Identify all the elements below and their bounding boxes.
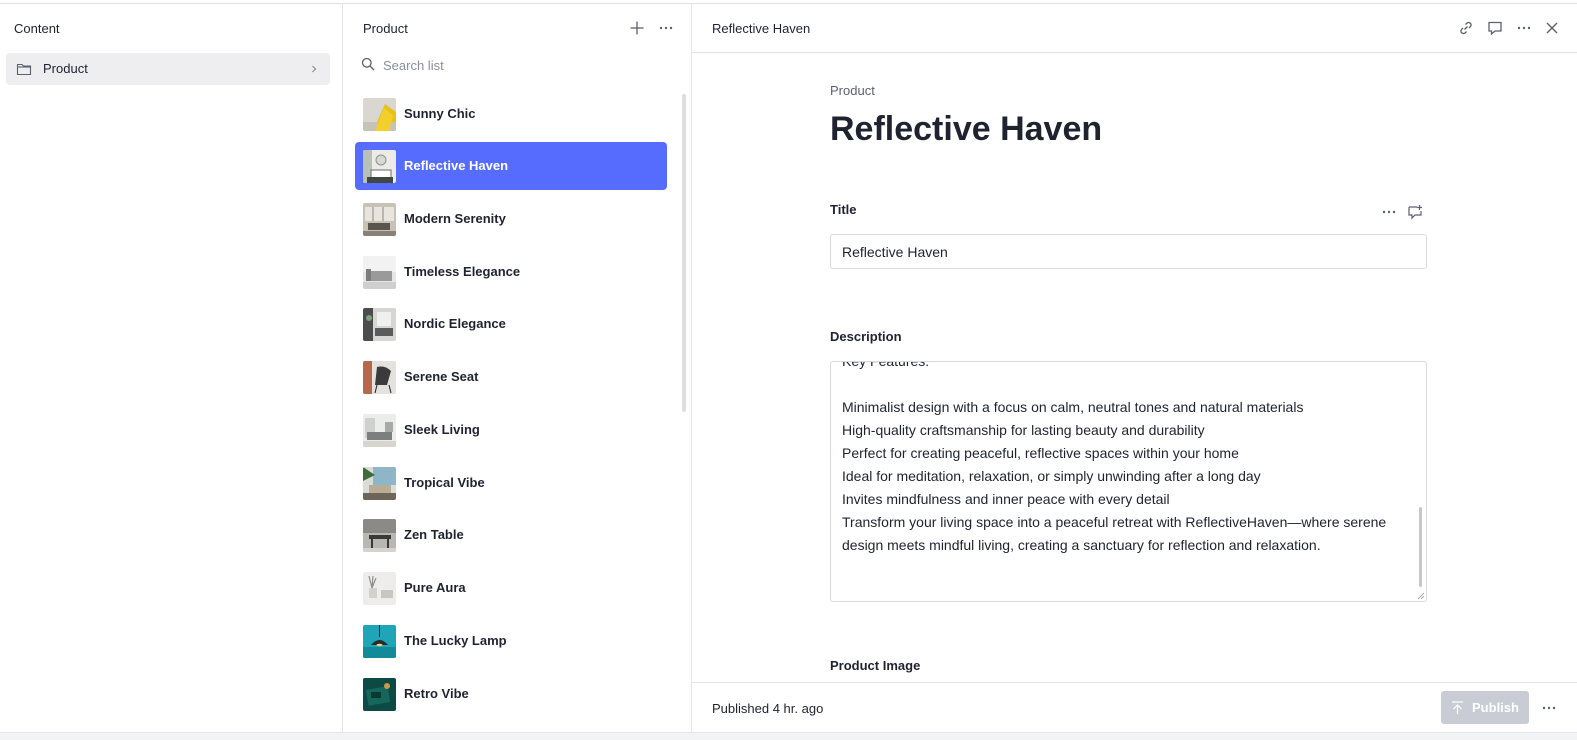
publish-menu-button[interactable] bbox=[1538, 697, 1560, 719]
list-item-label: The Lucky Lamp bbox=[404, 633, 507, 648]
description-field-label: Description bbox=[830, 329, 902, 344]
thumbnail-image bbox=[363, 256, 396, 289]
resize-grip-icon[interactable] bbox=[1417, 592, 1425, 600]
folder-icon bbox=[16, 63, 32, 76]
search-icon bbox=[361, 57, 375, 71]
document-header-title: Reflective Haven bbox=[712, 21, 811, 36]
add-comment-button[interactable] bbox=[1404, 201, 1426, 223]
add-document-button[interactable] bbox=[626, 17, 648, 39]
list-item[interactable]: Timeless Elegance bbox=[355, 248, 667, 296]
content-pane: Content Product bbox=[0, 4, 343, 732]
thumbnail-image bbox=[363, 414, 396, 447]
thumbnail-image bbox=[363, 572, 396, 605]
list-item-label: Nordic Elegance bbox=[404, 316, 506, 331]
thumbnail-image bbox=[363, 467, 396, 500]
list-item[interactable]: Sleek Living bbox=[355, 406, 667, 454]
thumbnail-image bbox=[363, 150, 396, 183]
publish-icon bbox=[1452, 700, 1464, 714]
thumbnail-image bbox=[363, 678, 396, 711]
copy-link-button[interactable] bbox=[1455, 17, 1477, 39]
bottom-border bbox=[0, 732, 1577, 740]
search-input[interactable] bbox=[383, 52, 673, 78]
description-textarea[interactable]: Key Features: Minimalist design with a f… bbox=[830, 361, 1427, 602]
comment-icon bbox=[1488, 21, 1502, 36]
header-divider bbox=[692, 52, 1577, 53]
list-item[interactable]: Pure Aura bbox=[355, 564, 667, 612]
description-scrollbar[interactable] bbox=[1419, 507, 1422, 587]
list-item[interactable]: Tropical Vibe bbox=[355, 459, 667, 507]
document-type-label: Product bbox=[830, 83, 875, 98]
list-item-label: Zen Table bbox=[404, 527, 464, 542]
thumbnail-image bbox=[363, 98, 396, 131]
chevron-right-icon bbox=[312, 65, 317, 73]
publish-button-label: Publish bbox=[1472, 700, 1519, 715]
ellipsis-icon bbox=[1542, 706, 1556, 710]
title-input[interactable] bbox=[830, 234, 1427, 269]
publish-button[interactable]: Publish bbox=[1441, 691, 1529, 724]
document-menu-button[interactable] bbox=[1513, 17, 1535, 39]
list-item[interactable]: Retro Vibe bbox=[355, 670, 667, 718]
title-field-label: Title bbox=[830, 202, 857, 217]
publish-status: Published 4 hr. ago bbox=[712, 701, 824, 716]
list-item[interactable]: Serene Seat bbox=[355, 353, 667, 401]
close-icon bbox=[1546, 22, 1558, 34]
comments-button[interactable] bbox=[1484, 17, 1506, 39]
list-pane-title: Product bbox=[363, 21, 408, 36]
list-item-label: Serene Seat bbox=[404, 369, 479, 384]
list-item[interactable]: Zen Table bbox=[355, 511, 667, 559]
ellipsis-icon bbox=[1517, 26, 1531, 30]
list-item[interactable]: Modern Serenity bbox=[355, 195, 667, 243]
thumbnail-image bbox=[363, 203, 396, 236]
add-comment-icon bbox=[1408, 205, 1422, 220]
list-item-label: Timeless Elegance bbox=[404, 264, 521, 279]
ellipsis-icon bbox=[659, 26, 673, 30]
list-menu-button[interactable] bbox=[655, 17, 677, 39]
content-pane-title: Content bbox=[14, 21, 60, 36]
list-item-label: Reflective Haven bbox=[404, 158, 509, 173]
list-item-label: Modern Serenity bbox=[404, 211, 506, 226]
content-item-product[interactable]: Product bbox=[6, 53, 330, 85]
list-item[interactable]: Sunny Chic bbox=[355, 90, 667, 138]
list-item[interactable]: Nordic Elegance bbox=[355, 300, 667, 348]
thumbnail-image bbox=[363, 625, 396, 658]
list-item[interactable]: The Lucky Lamp bbox=[355, 617, 667, 665]
list-item-label: Pure Aura bbox=[404, 580, 466, 595]
document-pane: Reflective Haven Product Reflective Have… bbox=[692, 4, 1577, 732]
content-item-label: Product bbox=[43, 61, 88, 76]
thumbnail-image bbox=[363, 519, 396, 552]
search-box bbox=[357, 52, 677, 78]
plus-icon bbox=[630, 21, 644, 35]
list-scrollbar[interactable] bbox=[682, 94, 686, 412]
link-icon bbox=[1460, 21, 1472, 35]
list-item-label: Tropical Vibe bbox=[404, 475, 485, 490]
product-image-field-label: Product Image bbox=[830, 658, 921, 673]
ellipsis-icon bbox=[1382, 210, 1396, 214]
list-item-label: Sleek Living bbox=[404, 422, 480, 437]
document-footer: Published 4 hr. ago Publish bbox=[692, 682, 1577, 732]
field-actions-button[interactable] bbox=[1378, 201, 1400, 223]
product-list-pane: Product Sunny Chic Reflective Haven bbox=[343, 4, 692, 732]
thumbnail-image bbox=[363, 308, 396, 341]
close-pane-button[interactable] bbox=[1541, 17, 1563, 39]
thumbnail-image bbox=[363, 361, 396, 394]
document-title: Reflective Haven bbox=[830, 110, 1103, 148]
description-text: Key Features: Minimalist design with a f… bbox=[842, 361, 1387, 553]
list-item-selected[interactable]: Reflective Haven bbox=[355, 142, 667, 190]
list-item-label: Sunny Chic bbox=[404, 106, 476, 121]
list-item-label: Retro Vibe bbox=[404, 686, 469, 701]
